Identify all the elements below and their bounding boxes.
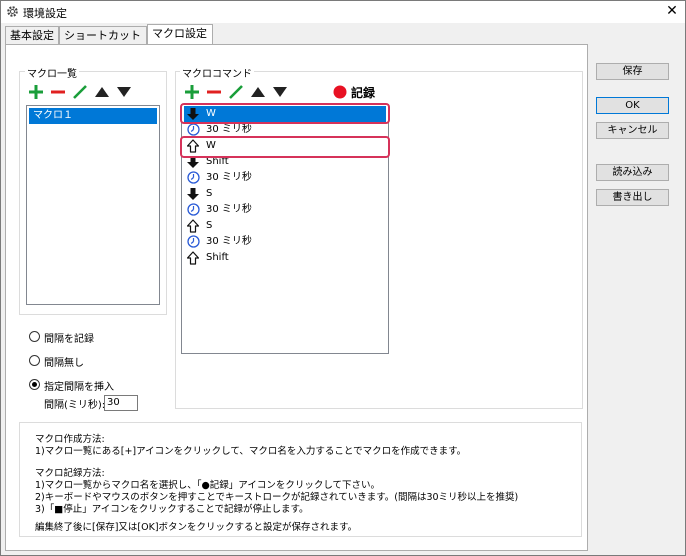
record-interval-radio[interactable] xyxy=(29,331,40,342)
macro-command-label: マクロコマンド xyxy=(180,65,254,80)
tab-macro-settings[interactable]: マクロ設定* xyxy=(147,24,213,58)
radio-dot xyxy=(32,382,37,387)
highlight-box xyxy=(180,136,390,158)
ok-button[interactable]: OK xyxy=(596,97,669,114)
command-label: S xyxy=(206,188,213,199)
list-item[interactable]: S xyxy=(184,218,386,234)
gear-icon xyxy=(7,6,18,17)
command-label: 30 ミリ秒 xyxy=(206,172,252,183)
list-item[interactable]: S xyxy=(184,186,386,202)
up-arrow-icon[interactable] xyxy=(250,85,266,99)
tab-basic-settings[interactable]: 基本設定 xyxy=(5,26,59,44)
tab-shortcut-settings[interactable]: ショートカット設定 xyxy=(59,26,147,60)
close-button[interactable]: ✕ xyxy=(663,2,681,20)
fixed-interval-radio[interactable] xyxy=(29,379,40,390)
down-arrow-icon[interactable] xyxy=(272,85,288,99)
key-up-icon xyxy=(186,219,200,235)
key-up-icon xyxy=(186,251,200,267)
fixed-interval-label: 指定間隔を挿入 xyxy=(44,382,114,393)
interval-field-label: 間隔(ミリ秒): xyxy=(44,400,106,411)
command-label: 30 ミリ秒 xyxy=(206,236,252,247)
interval-input[interactable]: 30 xyxy=(104,395,138,411)
record-label: 記録 xyxy=(351,86,376,100)
record-interval-label: 間隔を記録 xyxy=(44,334,94,345)
command-label: Shift xyxy=(206,252,229,263)
remove-icon[interactable] xyxy=(206,84,222,100)
macro-listbox[interactable]: マクロ１ xyxy=(26,105,160,305)
down-arrow-icon[interactable] xyxy=(116,85,132,99)
add-icon[interactable] xyxy=(28,84,44,100)
help-panel: マクロ作成方法: 1)マクロ一覧にある[+]アイコンをクリックして、マクロ名を入… xyxy=(19,422,582,537)
add-icon[interactable] xyxy=(184,84,200,100)
export-button[interactable]: 書き出し xyxy=(596,189,669,206)
clock-icon xyxy=(187,235,200,251)
clock-icon xyxy=(187,203,200,219)
window-title: 環境設定 xyxy=(23,7,67,20)
clock-icon xyxy=(187,171,200,187)
close-icon: ✕ xyxy=(666,3,678,19)
record-icon xyxy=(333,85,347,99)
list-item[interactable]: 30 ミリ秒 xyxy=(184,202,386,218)
macro-list-label: マクロ一覧 xyxy=(25,65,79,80)
title-bar: 環境設定 ✕ xyxy=(1,1,685,23)
command-label: 30 ミリ秒 xyxy=(206,204,252,215)
help-text: 1)マクロ一覧にある[+]アイコンをクリックして、マクロ名を入力することでマクロ… xyxy=(35,446,467,457)
help-text: 編集終了後に[保存]又は[OK]ボタンをクリックすると設定が保存されます。 xyxy=(35,522,358,533)
import-button[interactable]: 読み込み xyxy=(596,164,669,181)
no-interval-radio[interactable] xyxy=(29,355,40,366)
no-interval-label: 間隔無し xyxy=(44,358,84,369)
highlight-box xyxy=(180,103,390,124)
command-label: S xyxy=(206,220,213,231)
edit-icon[interactable] xyxy=(72,84,88,100)
cancel-button[interactable]: キャンセル xyxy=(596,122,669,139)
list-item[interactable]: 30 ミリ秒 xyxy=(184,170,386,186)
edit-icon[interactable] xyxy=(228,84,244,100)
list-item[interactable]: Shift xyxy=(184,250,386,266)
settings-window: 環境設定 ✕ 基本設定 ショートカット設定 マクロ設定* マクロ一覧 マクロ１ … xyxy=(0,0,686,556)
help-text: 3)「■停止」アイコンをクリックすることで記録が停止します。 xyxy=(35,504,309,515)
remove-icon[interactable] xyxy=(50,84,66,100)
save-button[interactable]: 保存 xyxy=(596,63,669,80)
up-arrow-icon[interactable] xyxy=(94,85,110,99)
list-item[interactable]: 30 ミリ秒 xyxy=(184,234,386,250)
key-down-icon xyxy=(187,187,199,203)
list-item[interactable]: マクロ１ xyxy=(29,108,157,124)
